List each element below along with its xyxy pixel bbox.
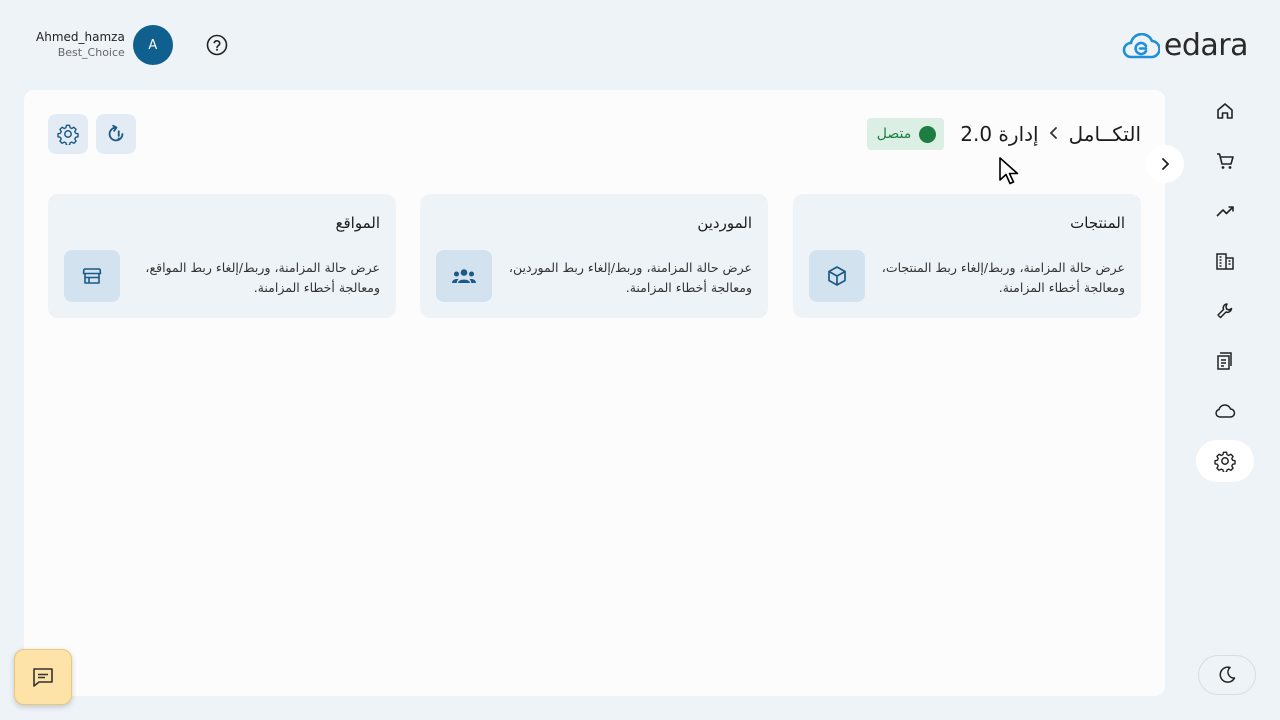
breadcrumb-root[interactable]: التكــامل: [1069, 122, 1141, 146]
building-icon: [1216, 253, 1234, 270]
settings-icon: [1214, 451, 1236, 472]
trending-icon: [1216, 206, 1234, 217]
card-products[interactable]: المنتجات عرض حالة المزامنة، وربط/إلغاء ر…: [793, 194, 1141, 318]
status-badge: متصل: [866, 118, 945, 150]
help-icon[interactable]: [206, 34, 228, 56]
group-icon: [436, 250, 492, 302]
nav-home[interactable]: [1196, 90, 1254, 132]
nav-sales[interactable]: [1196, 140, 1254, 182]
card-description: عرض حالة المزامنة، وربط/إلغاء ربط المنتج…: [881, 260, 1125, 295]
home-icon: [1217, 103, 1233, 119]
card-title: الموردين: [697, 214, 752, 232]
card-title: المواقع: [335, 214, 380, 232]
chat-button[interactable]: [14, 649, 72, 705]
card-title: المنتجات: [1070, 214, 1125, 232]
breadcrumb-current: إدارة 2.0: [960, 122, 1039, 146]
edara-logo[interactable]: edara: [1122, 28, 1249, 63]
side-nav: [1196, 90, 1256, 490]
sync-status-button[interactable]: [96, 114, 136, 154]
user-name: Ahmed_hamza: [36, 30, 125, 44]
moon-icon: [1219, 666, 1236, 683]
user-menu[interactable]: Ahmed_hamza Best_Choice A: [36, 25, 173, 65]
chevron-right-icon: [1162, 158, 1170, 170]
page-header: التكــامل إدارة 2.0 متصل: [866, 118, 1141, 150]
nav-settings[interactable]: [1196, 440, 1254, 482]
chevron-left-icon: [1049, 125, 1059, 144]
cart-icon: [1217, 153, 1234, 169]
wrench-icon: [1217, 303, 1233, 319]
collapse-nav-button[interactable]: [1146, 145, 1184, 183]
logo-text: edara: [1163, 28, 1249, 63]
store-icon: [64, 250, 120, 302]
top-bar: Ahmed_hamza Best_Choice A edara: [0, 0, 1280, 90]
status-label: متصل: [876, 126, 912, 142]
sync-alert-icon: [108, 124, 124, 142]
dark-mode-toggle[interactable]: [1198, 655, 1256, 695]
user-info: Ahmed_hamza Best_Choice: [36, 29, 125, 61]
card-suppliers[interactable]: الموردين عرض حالة المزامنة، وربط/إلغاء ر…: [420, 194, 768, 318]
card-locations[interactable]: المواقع عرض حالة المزامنة، وربط/إلغاء رب…: [48, 194, 396, 318]
main-panel: التكــامل إدارة 2.0 متصل المنتجات عرض حا…: [24, 90, 1165, 696]
chat-icon: [33, 668, 53, 687]
card-description: عرض حالة المزامنة، وربط/إلغاء ربط المورد…: [508, 260, 752, 295]
gear-icon: [57, 124, 79, 145]
card-description: عرض حالة المزامنة، وربط/إلغاء ربط المواق…: [145, 260, 380, 295]
cloud-logo-icon: [1122, 33, 1160, 59]
status-dot-icon: [919, 125, 937, 143]
nav-company[interactable]: [1196, 240, 1254, 282]
mouse-cursor-icon: [998, 156, 1020, 190]
box-icon: [809, 250, 865, 302]
nav-tools[interactable]: [1196, 290, 1254, 332]
integration-settings-button[interactable]: [48, 114, 88, 154]
cloud-icon: [1215, 404, 1236, 418]
nav-invoices[interactable]: [1196, 340, 1254, 382]
user-org: Best_Choice: [57, 46, 125, 59]
nav-cloud[interactable]: [1196, 390, 1254, 432]
receipt-icon: [1217, 352, 1232, 370]
avatar[interactable]: A: [132, 25, 173, 65]
nav-reports[interactable]: [1196, 190, 1254, 232]
entity-cards: المنتجات عرض حالة المزامنة، وربط/إلغاء ر…: [48, 194, 1141, 318]
